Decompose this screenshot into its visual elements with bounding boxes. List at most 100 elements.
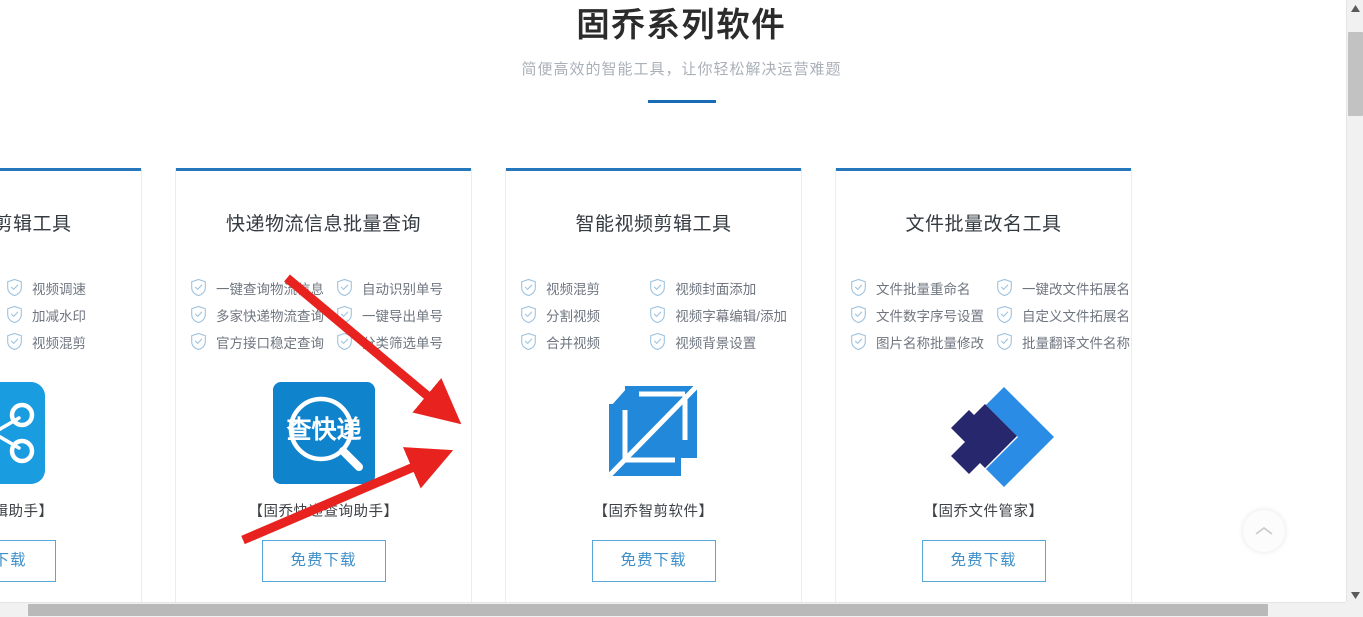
shield-check-icon (650, 305, 666, 324)
free-download-button[interactable]: 免费下载 (921, 540, 1046, 582)
card-title: 视频批量剪辑工具 (0, 214, 72, 235)
vertical-scroll-thumb[interactable] (1348, 32, 1363, 116)
vertical-scrollbar[interactable] (1346, 0, 1363, 604)
feature-label: 图片名称批量修改 (876, 335, 984, 351)
shield-check-icon (7, 305, 22, 324)
feature-item: 批量翻译文件名称 (996, 328, 1130, 355)
feature-column-left: 一键查询物流信息 多家快递物流查询 官方接口稳定查询 (190, 274, 324, 355)
feature-label: 批量翻译文件名称 (1022, 335, 1130, 351)
feature-list: 视频混剪 分割视频 合并视频 视频封面添加 视频字幕编辑/添加 视频背景设置 (506, 274, 801, 355)
feature-item: 视频混剪 (6, 328, 127, 355)
card-title: 智能视频剪辑工具 (575, 214, 732, 235)
feature-label: 自动识别单号 (362, 281, 443, 297)
file-manager-app-icon[interactable] (933, 382, 1054, 487)
feature-label: 合并视频 (546, 335, 600, 351)
feature-column-right: 自动识别单号 一键导出单号 分类筛选单号 (336, 274, 457, 355)
smart-cut-app-icon[interactable] (603, 382, 705, 484)
free-download-button[interactable]: 免费下载 (591, 540, 716, 582)
feature-label: 一键导出单号 (362, 308, 443, 324)
feature-label: 一键查询物流信息 (216, 281, 324, 297)
shield-check-icon (191, 278, 206, 297)
feature-label: 加减水印 (32, 308, 86, 324)
feature-label: 视频调速 (32, 281, 86, 297)
magnifier-express-icon: 查快递 (272, 382, 375, 484)
shield-check-icon (997, 305, 1012, 324)
feature-column-right: 视频调速 加减水印 视频混剪 (6, 274, 127, 355)
shield-check-icon (650, 332, 666, 351)
product-card-video-batch-edit[interactable]: 视频批量剪辑工具 一键剪辑处理视频 批量合并多个视频 一键转换视频格式 (0, 168, 142, 608)
title-underline-divider (647, 100, 716, 103)
shield-check-icon (521, 332, 536, 351)
feature-list: 文件批量重命名 文件数字序号设置 图片名称批量修改 一键改文件拓展名 自定义文件… (836, 274, 1131, 355)
product-block: 查快递 【固乔快递查询助手】 (176, 382, 471, 521)
shield-check-icon (851, 332, 866, 351)
shield-check-icon (191, 332, 206, 351)
feature-item: 分割视频 (520, 301, 637, 328)
product-card-list: 视频批量剪辑工具 一键剪辑处理视频 批量合并多个视频 一键转换视频格式 (0, 168, 1363, 608)
card-accent-bar (836, 168, 1131, 171)
page-root: 固乔系列软件 简便高效的智能工具，让你轻松解决运营难题 视频批量剪辑工具 一键剪… (0, 0, 1363, 617)
feature-item: 视频混剪 (520, 274, 637, 301)
product-card-smart-video-edit[interactable]: 智能视频剪辑工具 视频混剪 分割视频 合并视频 视频封面添加 视频字幕编辑/添加… (505, 168, 802, 608)
shield-check-icon (337, 305, 352, 324)
feature-item: 多家快递物流查询 (190, 301, 324, 328)
shield-check-icon (521, 305, 536, 324)
chevron-up-icon (1255, 527, 1273, 535)
feature-label: 视频封面添加 (675, 281, 757, 297)
feature-item: 分类筛选单号 (336, 328, 457, 355)
download-button-wrap: 免费下载 (0, 540, 141, 582)
shield-check-icon (851, 278, 866, 297)
feature-label: 视频背景设置 (675, 335, 757, 351)
feature-item: 自定义文件拓展名 (996, 301, 1130, 328)
feature-item: 一键改文件拓展名 (996, 274, 1130, 301)
feature-label: 一键改文件拓展名 (1022, 281, 1130, 297)
feature-label: 分类筛选单号 (362, 335, 443, 351)
free-download-button[interactable]: 免费下载 (261, 540, 386, 582)
shield-check-icon (650, 278, 666, 297)
express-search-app-icon[interactable]: 查快递 (272, 382, 375, 484)
overlapping-squares-icon (604, 384, 699, 480)
feature-label: 分割视频 (546, 308, 600, 324)
scissors-icon (0, 382, 45, 484)
card-accent-bar (506, 168, 801, 171)
feature-column-right: 一键改文件拓展名 自定义文件拓展名 批量翻译文件名称 (996, 274, 1130, 355)
scissors-app-icon[interactable] (0, 382, 45, 484)
feature-item: 视频字幕编辑/添加 (649, 301, 787, 328)
feature-item: 一键导出单号 (336, 301, 457, 328)
shield-check-icon (191, 305, 206, 324)
scroll-up-button[interactable] (1347, 0, 1363, 17)
feature-column-right: 视频封面添加 视频字幕编辑/添加 视频背景设置 (649, 274, 787, 355)
product-card-express-query[interactable]: 快递物流信息批量查询 一键查询物流信息 多家快递物流查询 官方接口稳定查询 自动… (175, 168, 472, 608)
horizontal-scrollbar[interactable] (0, 602, 1346, 617)
page-title: 固乔系列软件 (576, 6, 787, 43)
shield-check-icon (521, 278, 536, 297)
feature-item: 图片名称批量修改 (850, 328, 984, 355)
product-name: 【固乔智剪软件】 (593, 504, 714, 520)
download-button-wrap: 免费下载 (176, 540, 471, 582)
feature-item: 视频背景设置 (649, 328, 787, 355)
feature-item: 视频调速 (6, 274, 127, 301)
feature-label: 视频混剪 (32, 335, 86, 351)
product-name: 【固乔快递查询助手】 (248, 504, 399, 520)
feature-label: 文件数字序号设置 (876, 308, 984, 324)
shield-check-icon (337, 332, 352, 351)
card-title: 文件批量改名工具 (905, 214, 1062, 235)
feature-item: 一键查询物流信息 (190, 274, 324, 301)
shield-check-icon (851, 305, 866, 324)
feature-column-left: 视频混剪 分割视频 合并视频 (520, 274, 637, 355)
shield-check-icon (997, 332, 1012, 351)
feature-item: 官方接口稳定查询 (190, 328, 324, 355)
free-download-button[interactable]: 免费下载 (0, 540, 56, 582)
feature-label: 视频字幕编辑/添加 (675, 308, 787, 324)
shield-check-icon (997, 278, 1012, 297)
scrollbar-corner (1346, 602, 1363, 617)
triangle-down-icon (1351, 592, 1360, 599)
download-button-wrap: 免费下载 (836, 540, 1131, 582)
back-to-top-button[interactable] (1243, 510, 1285, 552)
product-name: 【固乔剪辑助手】 (0, 504, 54, 520)
download-button-wrap: 免费下载 (506, 540, 801, 582)
express-icon-text: 查快递 (286, 415, 361, 444)
product-card-file-rename[interactable]: 文件批量改名工具 文件批量重命名 文件数字序号设置 图片名称批量修改 一键改文件… (835, 168, 1132, 608)
horizontal-scroll-thumb[interactable] (28, 604, 1268, 616)
page-subtitle: 简便高效的智能工具，让你轻松解决运营难题 (521, 61, 842, 78)
